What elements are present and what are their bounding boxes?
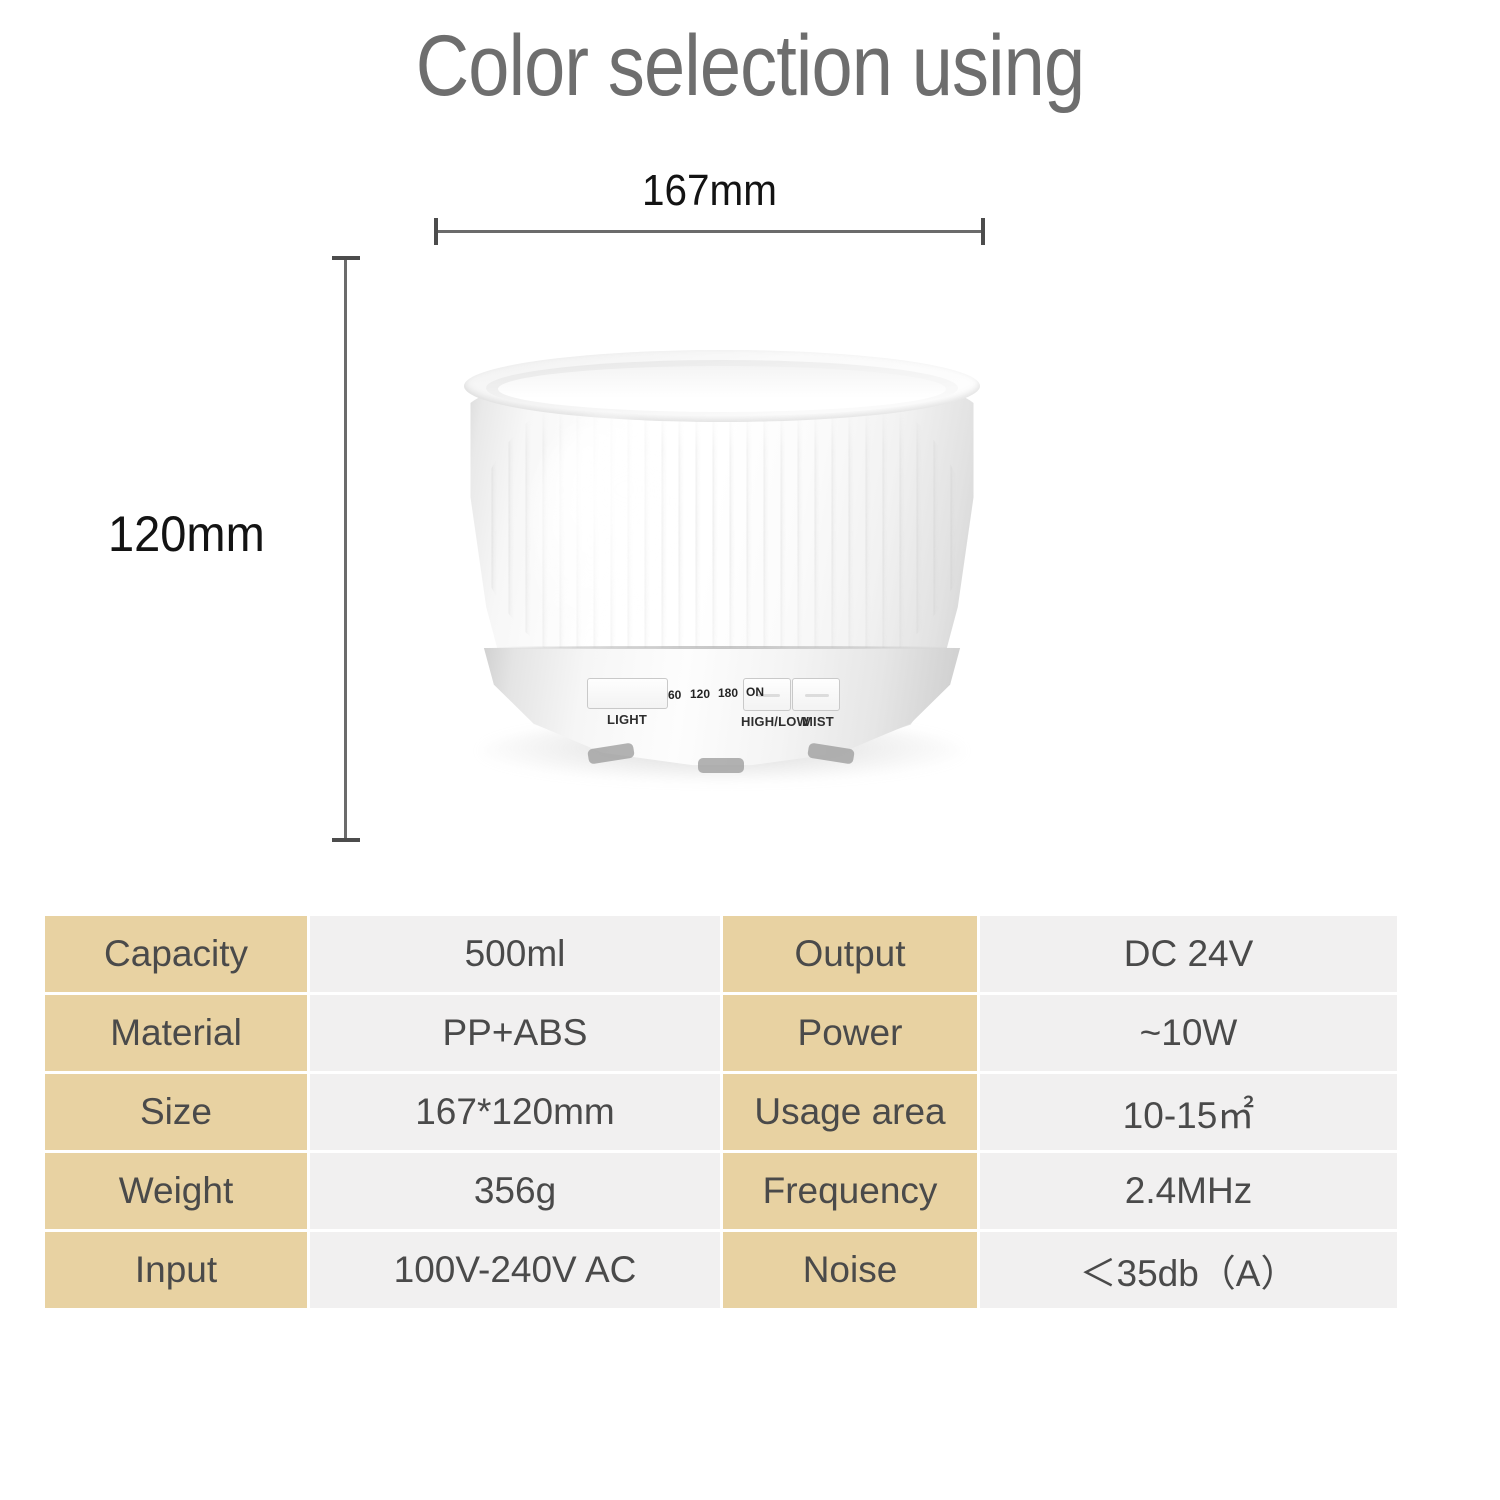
spec-label-input: Input [45,1232,307,1308]
table-row: Size 167*120mm Usage area 10-15㎡ [45,1074,1397,1150]
width-dimension-line [434,230,985,233]
spec-value-noise: ＜35db（A） [980,1232,1397,1308]
spec-value-frequency: 2.4MHz [980,1153,1397,1229]
width-dimension-tick-right [981,218,985,245]
table-row: Material PP+ABS Power ~10W [45,995,1397,1071]
spec-label-size: Size [45,1074,307,1150]
table-row: Weight 356g Frequency 2.4MHz [45,1153,1397,1229]
spec-value-input: 100V-240V AC [310,1232,720,1308]
light-button[interactable] [587,678,668,709]
height-dimension-tick-top [332,256,360,260]
product-spec-page: Color selection using 167mm 120mm LIGHT … [0,0,1500,1500]
product-control-panel: LIGHT HIGH/LOW MIST 60 120 180 ON [452,348,992,800]
timer-mark-60: 60 [668,688,682,702]
spec-value-weight: 356g [310,1153,720,1229]
table-row: Capacity 500ml Output DC 24V [45,916,1397,992]
spec-value-capacity: 500ml [310,916,720,992]
spec-label-capacity: Capacity [45,916,307,992]
specification-table: Capacity 500ml Output DC 24V Material PP… [45,916,1397,1311]
button-dash-icon [805,694,829,697]
timer-mark-120: 120 [690,687,711,701]
mist-button[interactable] [792,678,840,711]
spec-label-power: Power [723,995,977,1071]
width-dimension-label: 167mm [642,166,777,215]
spec-label-output: Output [723,916,977,992]
light-button-label: LIGHT [607,712,647,727]
spec-value-output: DC 24V [980,916,1397,992]
high-low-button-label: HIGH/LOW [741,714,810,729]
spec-label-weight: Weight [45,1153,307,1229]
height-dimension-tick-bottom [332,838,360,842]
table-row: Input 100V-240V AC Noise ＜35db（A） [45,1232,1397,1308]
spec-label-frequency: Frequency [723,1153,977,1229]
height-dimension-label: 120mm [108,506,265,562]
width-dimension-tick-left [434,218,438,245]
spec-label-noise: Noise [723,1232,977,1308]
timer-mark-180: 180 [718,686,739,700]
mist-button-label: MIST [802,714,834,729]
spec-value-size: 167*120mm [310,1074,720,1150]
spec-value-usage-area: 10-15㎡ [980,1074,1397,1150]
product-image-diffuser: LIGHT HIGH/LOW MIST 60 120 180 ON [452,348,992,800]
timer-mark-on: ON [746,685,764,699]
spec-label-material: Material [45,995,307,1071]
height-dimension-line [344,258,347,840]
spec-label-usage-area: Usage area [723,1074,977,1150]
spec-value-power: ~10W [980,995,1397,1071]
spec-value-material: PP+ABS [310,995,720,1071]
page-title: Color selection using [415,18,1085,114]
